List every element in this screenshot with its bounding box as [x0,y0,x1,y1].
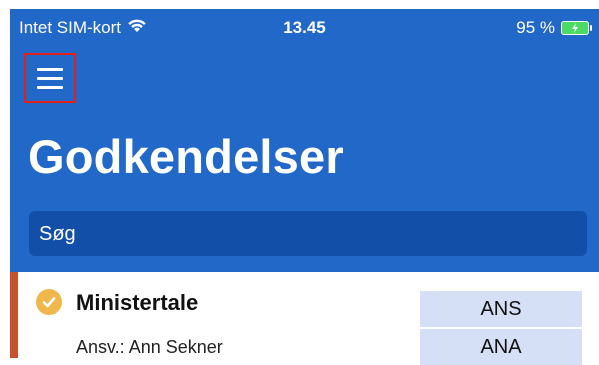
battery-percent: 95 % [516,18,555,37]
status-badge: ANA [420,329,582,365]
search-input[interactable]: Søg [29,211,587,256]
page-title: Godkendelser [28,130,344,183]
hamburger-icon-line [37,85,63,89]
clock-label: 13.45 [283,18,326,37]
hamburger-icon-line [37,76,63,80]
battery-charging-icon [561,21,592,35]
list-item[interactable]: Ministertale Ansv.: Ann Sekner ANS ANA [10,272,599,365]
header-bar: Intet SIM-kort 13.45 95 % Godkendelser S… [10,9,599,272]
hamburger-icon-line [37,67,63,71]
item-title: Ministertale [76,290,199,315]
status-accent-bar [10,272,18,358]
battery-status: 95 % [516,18,592,38]
status-badge: ANS [420,291,582,327]
item-responsible: Ansv.: Ann Sekner [76,337,223,357]
check-circle-icon [36,289,62,315]
menu-button[interactable] [24,53,76,103]
status-bar: Intet SIM-kort 13.45 95 % [10,9,599,45]
